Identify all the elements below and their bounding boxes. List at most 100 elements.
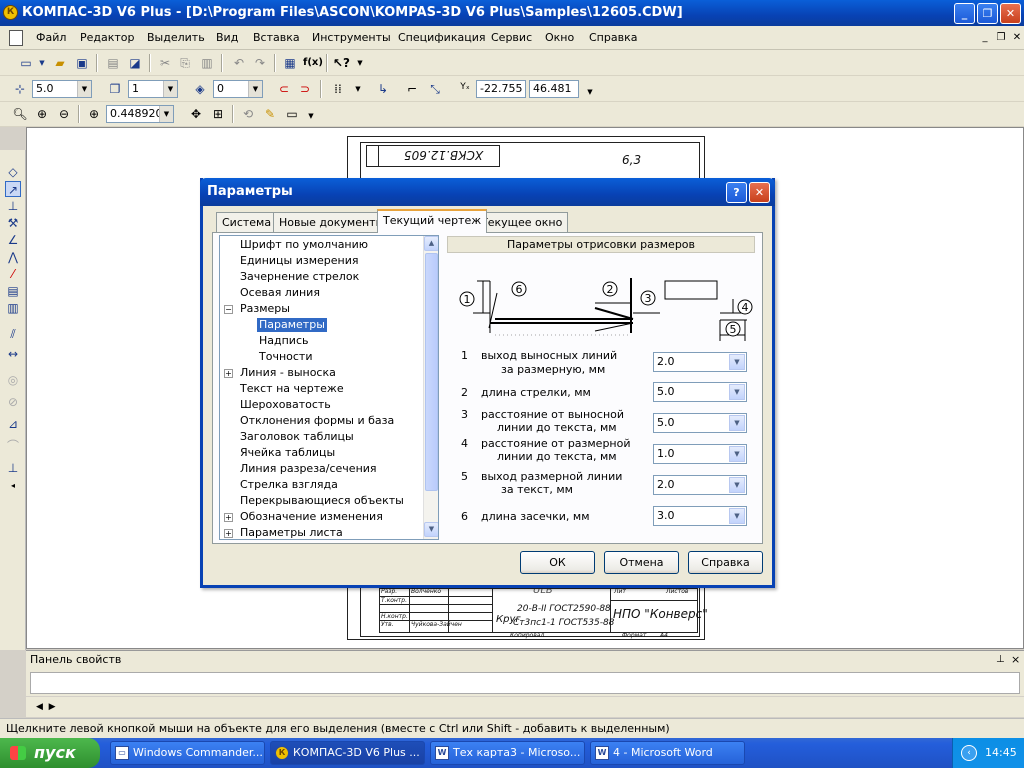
- select-icon[interactable]: ⁄: [5, 266, 21, 282]
- menu-editor[interactable]: Редактор: [80, 31, 135, 44]
- tree-node-change-mark[interactable]: Обозначение изменения: [240, 510, 383, 524]
- zoom-in-icon[interactable]: ⊕: [34, 106, 50, 122]
- layer-combo[interactable]: 1 ▼: [128, 80, 178, 98]
- start-button[interactable]: пуск: [0, 738, 100, 768]
- param-4-combo[interactable]: 1.0 ▼: [653, 444, 747, 464]
- view-dropdown-icon[interactable]: ▼: [303, 108, 319, 124]
- local-cs-icon[interactable]: ↳: [375, 81, 391, 97]
- tree-node-parameters[interactable]: Параметры: [257, 318, 327, 332]
- scroll-up-icon[interactable]: ▲: [424, 236, 438, 251]
- variables-icon[interactable]: f(x): [303, 55, 323, 71]
- tree-node-section-line[interactable]: Линия разреза/сечения: [240, 462, 377, 476]
- tree-node-units[interactable]: Единицы измерения: [240, 254, 359, 268]
- param-6-combo[interactable]: 3.0 ▼: [653, 506, 747, 526]
- measure-icon[interactable]: ⋀: [5, 249, 21, 265]
- style-icon[interactable]: ◈: [192, 81, 208, 97]
- tree-node-dimensions[interactable]: Размеры: [240, 302, 290, 316]
- menu-specification[interactable]: Спецификация: [398, 31, 485, 44]
- save-icon[interactable]: ▣: [74, 55, 90, 71]
- chevron-down-icon[interactable]: ▼: [248, 81, 262, 97]
- copy-icon[interactable]: ⎘: [177, 55, 193, 71]
- menu-view[interactable]: Вид: [216, 31, 238, 44]
- tab-system[interactable]: Система: [216, 212, 278, 232]
- menu-select[interactable]: Выделить: [147, 31, 205, 44]
- param-1-combo[interactable]: 2.0 ▼: [653, 352, 747, 372]
- show-all-icon[interactable]: ⊞: [210, 106, 226, 122]
- open-folder-icon[interactable]: ▰: [52, 55, 68, 71]
- chevron-down-icon[interactable]: ▼: [729, 508, 745, 524]
- ortho-icon[interactable]: ⌐: [404, 81, 420, 97]
- symbols-icon[interactable]: ⊥: [5, 198, 21, 214]
- edit-icon[interactable]: ⚒: [5, 215, 21, 231]
- grid-icon[interactable]: ⁞⁞: [330, 81, 346, 97]
- tree-node-leader[interactable]: Линия - выноска: [240, 366, 336, 380]
- tree-node-default-font[interactable]: Шрифт по умолчанию: [240, 238, 368, 252]
- angular-dim-icon[interactable]: ⊿: [5, 416, 21, 432]
- tree-node-form-deviation[interactable]: Отклонения формы и база: [240, 414, 394, 428]
- chevron-down-icon[interactable]: ▼: [729, 446, 745, 462]
- task-kompas[interactable]: К КОМПАС-3D V6 Plus ...: [270, 741, 425, 765]
- mdi-restore-icon[interactable]: ❐: [994, 32, 1008, 44]
- paste-icon[interactable]: ▥: [199, 55, 215, 71]
- expand-icon[interactable]: +: [224, 369, 233, 378]
- menu-tools[interactable]: Инструменты: [312, 31, 391, 44]
- ok-button[interactable]: ОК: [520, 551, 595, 574]
- mdi-close-icon[interactable]: ✕: [1010, 32, 1024, 44]
- kompas-app-icon[interactable]: К: [3, 5, 18, 20]
- menu-help[interactable]: Справка: [589, 31, 637, 44]
- minimize-button[interactable]: _: [954, 3, 975, 24]
- chevron-down-icon[interactable]: ▼: [163, 81, 177, 97]
- print-preview-icon[interactable]: ◪: [127, 55, 143, 71]
- zoom-combo[interactable]: 0.448920 ▼: [106, 105, 174, 123]
- brush-icon[interactable]: ✎: [262, 106, 278, 122]
- redo-icon[interactable]: ↷: [252, 55, 268, 71]
- menu-window[interactable]: Окно: [545, 31, 574, 44]
- help-dropdown-icon[interactable]: ▼: [352, 55, 368, 71]
- tree-node-table-cell[interactable]: Ячейка таблицы: [240, 446, 335, 460]
- new-document-icon[interactable]: ▭: [18, 55, 34, 71]
- scroll-down-icon[interactable]: ◂: [5, 478, 21, 494]
- arc-dim-icon[interactable]: ⌒: [5, 438, 21, 454]
- zoom-scale-icon[interactable]: ⊕: [86, 106, 102, 122]
- settings-tree[interactable]: Шрифт по умолчанию Единицы измерения Зач…: [219, 235, 439, 540]
- pan-icon[interactable]: ✥: [188, 106, 204, 122]
- dimensions-icon[interactable]: ↗: [5, 181, 21, 197]
- window-view-icon[interactable]: ▭: [284, 106, 300, 122]
- param-3-combo[interactable]: 5.0 ▼: [653, 413, 747, 433]
- expand-icon[interactable]: +: [224, 513, 233, 522]
- chevron-down-icon[interactable]: ▼: [729, 477, 745, 493]
- tree-node-table-header[interactable]: Заголовок таблицы: [240, 430, 354, 444]
- tree-node-axis-line[interactable]: Осевая линия: [240, 286, 320, 300]
- document-icon[interactable]: [9, 30, 23, 46]
- diametral-dim-icon[interactable]: ⊘: [5, 394, 21, 410]
- tree-node-sheet-params[interactable]: Параметры листа: [240, 526, 343, 539]
- snap-step-icon[interactable]: ⊹: [12, 81, 28, 97]
- help-button[interactable]: Справка: [688, 551, 763, 574]
- param-5-combo[interactable]: 2.0 ▼: [653, 475, 747, 495]
- context-help-icon[interactable]: ↖?: [333, 55, 350, 71]
- tree-node-caption[interactable]: Надпись: [259, 334, 309, 348]
- refresh-icon[interactable]: ⟲: [240, 106, 256, 122]
- height-mark-icon[interactable]: ⊥: [5, 460, 21, 476]
- tree-node-view-arrow[interactable]: Стрелка взгляда: [240, 478, 338, 492]
- cut-icon[interactable]: ✂: [157, 55, 173, 71]
- tree-node-precision[interactable]: Точности: [259, 350, 312, 364]
- coords-dropdown-icon[interactable]: ▼: [582, 84, 598, 100]
- tab-current-drawing[interactable]: Текущий чертеж: [377, 209, 488, 233]
- menu-service[interactable]: Сервис: [491, 31, 532, 44]
- menu-file[interactable]: Файл: [36, 31, 66, 44]
- scroll-down-icon[interactable]: ▼: [424, 522, 438, 537]
- tab-current-window[interactable]: Текущее окно: [475, 212, 569, 232]
- print-icon[interactable]: ▤: [105, 55, 121, 71]
- task-word-tech-card[interactable]: W Тех карта3 - Microso...: [430, 741, 585, 765]
- new-dropdown-icon[interactable]: ▼: [34, 55, 50, 71]
- expand-icon[interactable]: +: [224, 529, 233, 538]
- layer-icon[interactable]: ❐: [107, 81, 123, 97]
- y-coordinate-field[interactable]: 46.481: [529, 80, 579, 98]
- tree-node-arrow-fill[interactable]: Зачернение стрелок: [240, 270, 359, 284]
- dialog-help-button[interactable]: ?: [726, 182, 747, 203]
- chevron-down-icon[interactable]: ▼: [159, 106, 173, 122]
- zoom-out-icon[interactable]: ⊖: [56, 106, 72, 122]
- geometry-icon[interactable]: ◇: [5, 164, 21, 180]
- undo-icon[interactable]: ↶: [231, 55, 247, 71]
